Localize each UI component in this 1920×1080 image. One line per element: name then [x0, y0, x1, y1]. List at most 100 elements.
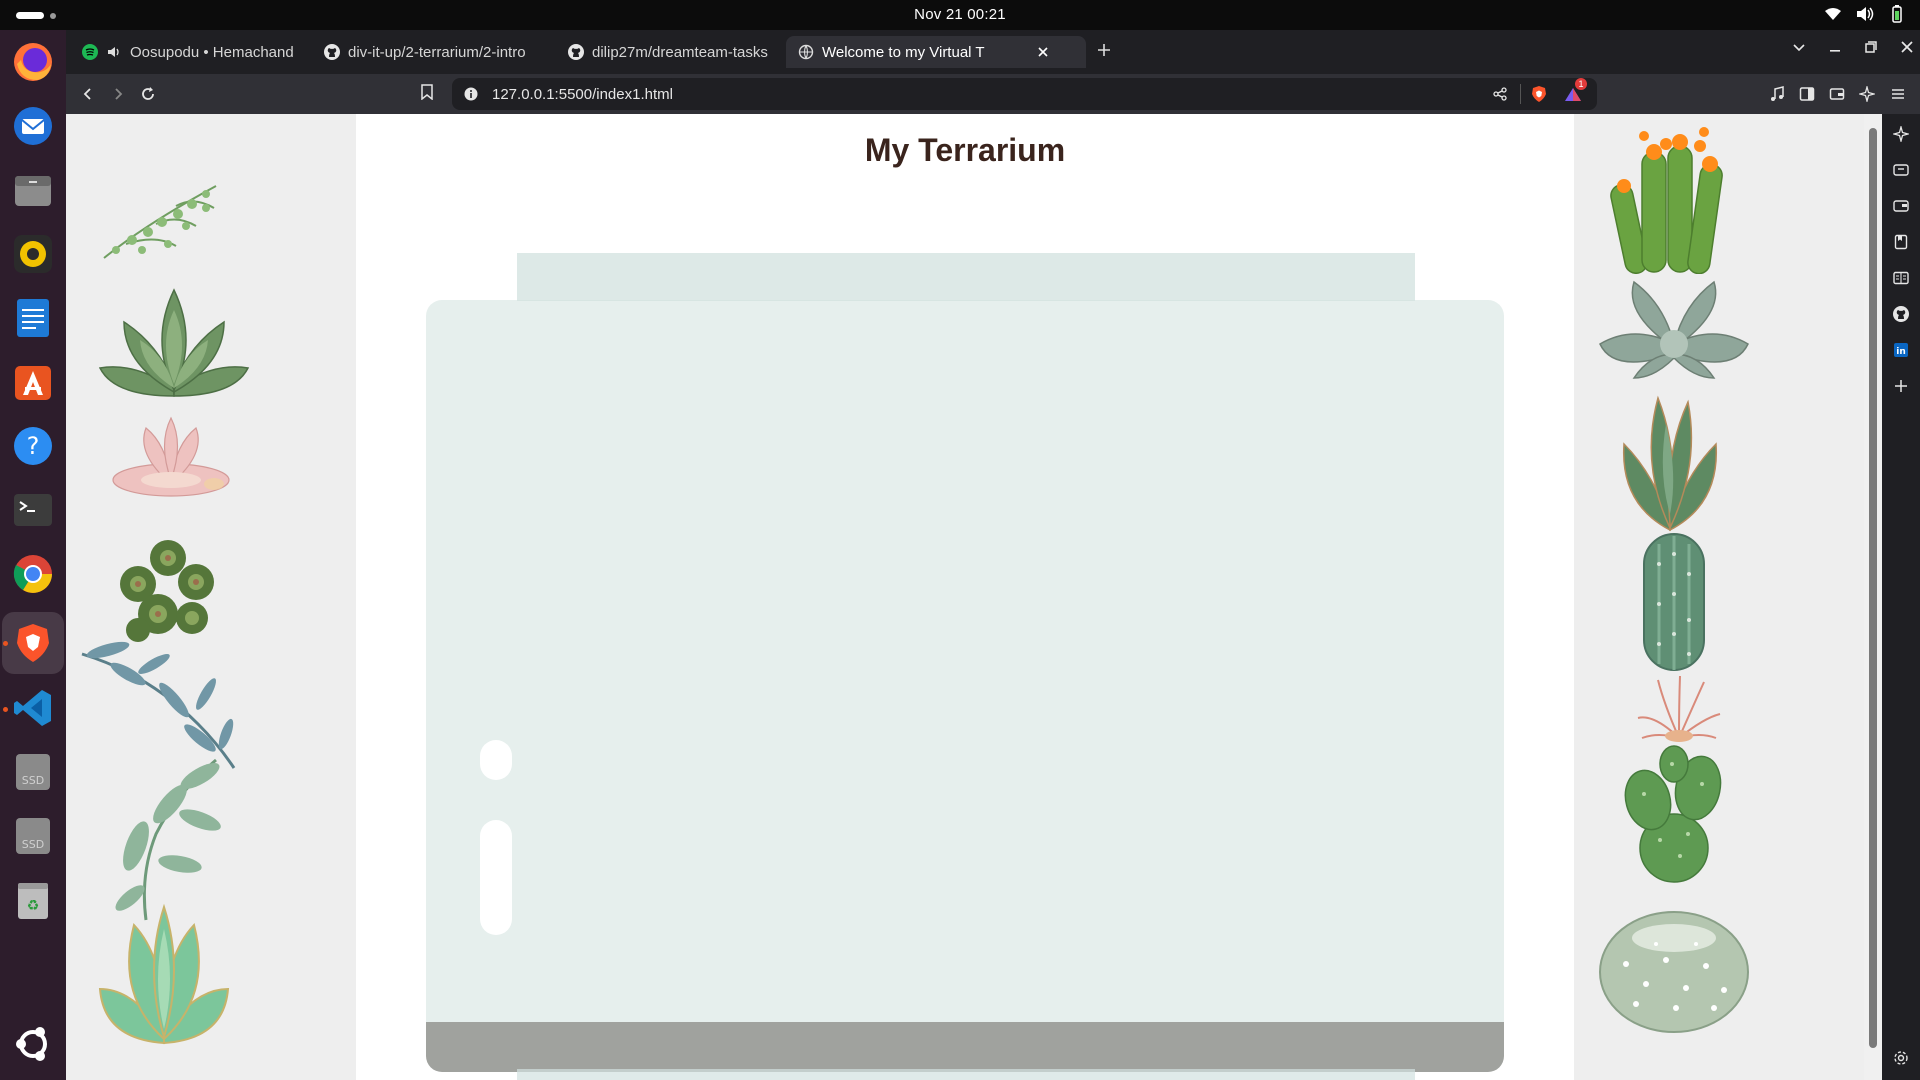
dock-ssd-1[interactable]: SSD [9, 748, 57, 796]
system-clock[interactable]: Nov 21 00:21 [0, 6, 1920, 23]
github-sidebar-icon[interactable] [1891, 304, 1911, 324]
linkedin-icon[interactable]: in [1891, 340, 1911, 360]
files-icon [15, 176, 51, 206]
dock-terminal[interactable] [9, 486, 57, 534]
browser-tab-strip: Oosupodu • Hemachandr div-it-up/2-terrar… [66, 30, 1920, 74]
page-scrollbar[interactable] [1864, 114, 1882, 1080]
back-button[interactable] [78, 84, 98, 104]
volume-icon[interactable] [1856, 5, 1874, 23]
share-icon[interactable] [1493, 87, 1507, 106]
url-divider [1520, 84, 1521, 104]
tab-spotify[interactable]: Oosupodu • Hemachandr [70, 36, 306, 68]
media-control-icon[interactable] [1767, 84, 1787, 104]
tab-title: dilip27m/dreamteam-tasks [592, 43, 768, 61]
url-text[interactable]: 127.0.0.1:5500/index1.html [492, 86, 673, 103]
brave-shields-icon[interactable] [1531, 85, 1547, 108]
menu-icon[interactable] [1888, 84, 1908, 104]
battery-icon[interactable] [1888, 5, 1906, 23]
thunderbird-icon [14, 107, 52, 145]
vscode-icon [14, 690, 51, 726]
reload-icon [142, 87, 154, 100]
rhythmbox-icon [14, 235, 52, 273]
dock-firefox[interactable] [9, 38, 57, 86]
dock-brave[interactable] [9, 619, 57, 667]
github-icon [324, 44, 340, 60]
back-arrow-icon [83, 88, 91, 100]
spotify-icon [82, 44, 98, 60]
bookmark-button[interactable] [420, 84, 434, 105]
system-tray[interactable] [1824, 5, 1906, 23]
svg-text:SSD: SSD [22, 774, 44, 787]
firefox-icon [14, 43, 52, 81]
plant14[interactable] [1596, 904, 1752, 1034]
dock-vscode[interactable] [9, 684, 57, 732]
leo-sidebar-icon[interactable] [1891, 124, 1911, 144]
rewards-badge: 1 [1575, 78, 1587, 90]
scrollbar-thumb[interactable] [1869, 128, 1877, 1048]
window-controls [1792, 40, 1914, 58]
tab-github-terrarium[interactable]: div-it-up/2-terrarium/2-intro [312, 36, 548, 68]
terminal-icon [14, 494, 52, 526]
dock-chrome[interactable] [9, 550, 57, 598]
new-tab-button[interactable] [1096, 42, 1112, 62]
plant7[interactable] [94, 899, 234, 1049]
jar-glossy-short [480, 820, 512, 935]
tab-terrarium-active[interactable]: Welcome to my Virtual T [786, 36, 1086, 68]
ubuntu-dock: ? SSD SSD ♻ [0, 30, 66, 1080]
bookmarks-sidebar-icon[interactable] [1891, 232, 1911, 252]
maximize-button[interactable] [1864, 40, 1878, 58]
help-icon: ? [14, 427, 52, 465]
minimize-button[interactable] [1828, 40, 1842, 58]
plant9[interactable] [1594, 274, 1754, 384]
sidebar-settings-icon[interactable] [1891, 1048, 1911, 1068]
dock-trash[interactable]: ♻ [9, 876, 57, 924]
plant12[interactable] [1634, 674, 1724, 744]
reading-list-icon[interactable] [1891, 268, 1911, 288]
reload-button[interactable] [138, 84, 158, 104]
writer-icon [17, 299, 49, 337]
forward-button[interactable] [108, 84, 128, 104]
tab-list-chevron-icon[interactable] [1792, 40, 1806, 58]
wallet-sidebar-icon[interactable] [1891, 196, 1911, 216]
close-tab-icon[interactable] [1035, 44, 1051, 60]
tab-title: Welcome to my Virtual T [822, 43, 985, 61]
plant11[interactable] [1624, 524, 1724, 674]
dock-files[interactable] [9, 166, 57, 214]
sidebar-toggle-icon[interactable] [1797, 84, 1817, 104]
running-indicator [3, 707, 8, 712]
close-window-button[interactable] [1900, 40, 1914, 58]
dock-thunderbird[interactable] [9, 102, 57, 150]
browser-toolbar: 127.0.0.1:5500/index1.html 1 [66, 74, 1920, 114]
plus-icon [1098, 44, 1110, 56]
ssd-drive-icon: SSD [16, 818, 50, 854]
app-center-icon [15, 366, 51, 400]
trash-icon: ♻ [18, 883, 48, 919]
audio-playing-icon[interactable] [106, 44, 122, 60]
talk-icon[interactable] [1891, 160, 1911, 180]
plant5[interactable] [78, 634, 248, 774]
svg-text:in: in [1896, 347, 1906, 357]
plant2[interactable] [94, 284, 254, 404]
jar-top [517, 253, 1415, 301]
plant3[interactable] [106, 414, 236, 504]
plant13[interactable] [1614, 744, 1734, 884]
wallet-icon[interactable] [1827, 84, 1847, 104]
dock-writer[interactable] [9, 294, 57, 342]
wifi-icon[interactable] [1824, 5, 1842, 23]
dock-rhythmbox[interactable] [9, 230, 57, 278]
add-sidebar-item-icon[interactable] [1891, 376, 1911, 396]
dock-help[interactable]: ? [9, 422, 57, 470]
leo-ai-icon[interactable] [1857, 84, 1877, 104]
brave-sidebar: in [1882, 114, 1920, 1080]
plant1[interactable] [96, 174, 226, 264]
dock-ssd-2[interactable]: SSD [9, 812, 57, 860]
chrome-icon [13, 555, 52, 593]
address-bar[interactable]: 127.0.0.1:5500/index1.html 1 [452, 78, 1597, 110]
dock-show-apps[interactable] [9, 1020, 57, 1068]
site-info-icon[interactable] [464, 87, 478, 106]
plant10[interactable] [1610, 394, 1730, 534]
dock-app-center[interactable] [9, 358, 57, 406]
plant8[interactable] [1604, 124, 1744, 274]
page-viewport: My Terrarium [66, 114, 1864, 1080]
system-top-bar: Nov 21 00:21 [0, 0, 1920, 30]
